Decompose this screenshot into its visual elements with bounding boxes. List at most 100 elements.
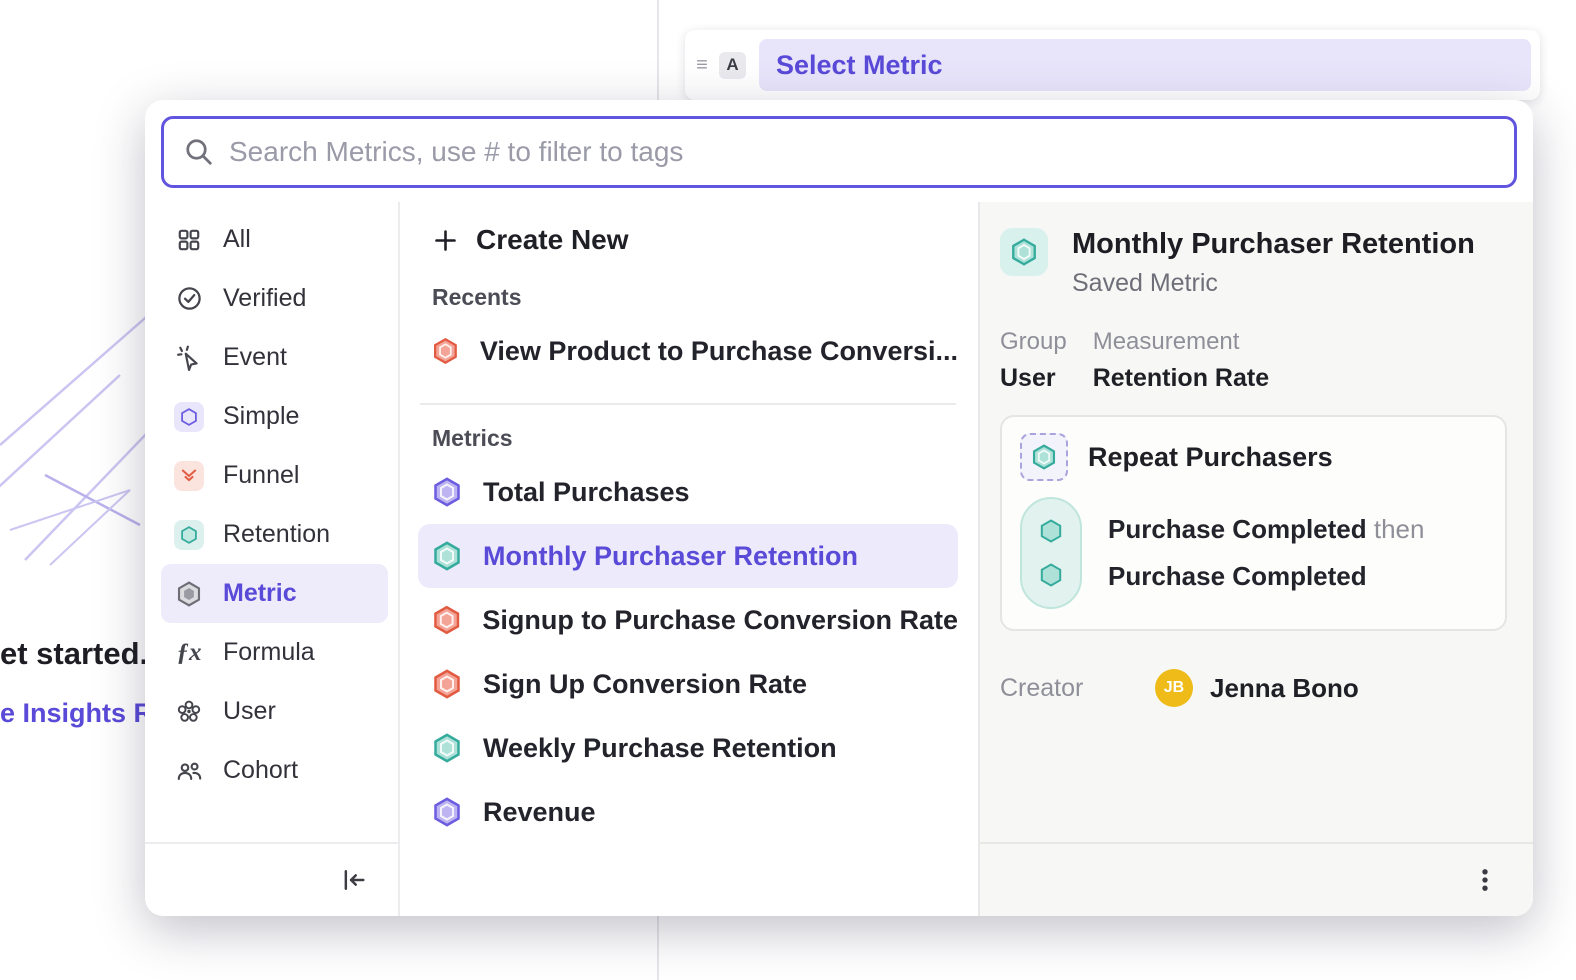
sidebar-footer [145, 842, 398, 916]
metric-list-column: Create New Recents View Product to Purch… [400, 202, 978, 916]
step-2: Purchase Completed [1108, 561, 1424, 592]
group-field: Group User [1000, 328, 1067, 393]
select-metric-bar: ≡ A Select Metric [685, 30, 1540, 100]
creator-avatar: JB [1155, 669, 1193, 707]
detail-subtitle: Saved Metric [1072, 269, 1475, 298]
steps-pill [1020, 497, 1082, 609]
metric-list-item[interactable]: Sign Up Conversion Rate [418, 652, 958, 716]
metric-item-label: Sign Up Conversion Rate [483, 669, 807, 700]
drag-handle-icon[interactable]: ≡ [691, 54, 713, 77]
metric-item-label: Total Purchases [483, 477, 690, 508]
list-divider [420, 403, 956, 405]
step-then-text: then [1367, 514, 1425, 544]
more-options-button[interactable] [1471, 866, 1499, 894]
recent-item[interactable]: View Product to Purchase Conversi... [418, 319, 958, 383]
grid-icon [174, 225, 204, 255]
metric-detail-pane: Monthly Purchaser Retention Saved Metric… [978, 202, 1533, 916]
metric-list-item-selected[interactable]: Monthly Purchaser Retention [418, 524, 958, 588]
measurement-value: Retention Rate [1093, 364, 1269, 393]
metric-item-label: Revenue [483, 797, 596, 828]
hexagon-orange-icon [432, 669, 462, 699]
creator-row: Creator JB Jenna Bono [1000, 669, 1507, 707]
verified-icon [174, 284, 204, 314]
select-metric-label: Select Metric [776, 50, 943, 81]
select-metric-button[interactable]: Select Metric [759, 39, 1531, 91]
sidebar-item-label: Retention [223, 520, 330, 549]
sidebar-item-cohort[interactable]: Cohort [161, 741, 388, 800]
sidebar-item-metric[interactable]: Metric [161, 564, 388, 623]
measurement-field: Measurement Retention Rate [1093, 328, 1269, 393]
creator-label: Creator [1000, 674, 1155, 703]
hexagon-purple-icon [432, 797, 462, 827]
sidebar-item-all[interactable]: All [161, 210, 388, 269]
hexagon-teal-icon [1000, 228, 1048, 276]
hexagon-teal-icon [174, 520, 204, 550]
metric-list-item[interactable]: Weekly Purchase Retention [418, 716, 958, 780]
metric-picker-modal: All Verified [145, 100, 1533, 916]
search-icon [184, 137, 214, 167]
hexagon-teal-icon [1039, 563, 1063, 587]
recents-header: Recents [432, 284, 958, 311]
retention-step-icon [1020, 433, 1068, 481]
event-cursor-icon [174, 343, 204, 373]
metric-item-label: Signup to Purchase Conversion Rate [482, 605, 958, 636]
detail-fields: Group User Measurement Retention Rate [1000, 328, 1507, 393]
hexagon-teal-icon [432, 541, 462, 571]
filter-sidebar: All Verified [145, 202, 400, 916]
hexagon-teal-icon [432, 733, 462, 763]
hexagon-orange-icon [432, 605, 461, 635]
detail-footer [980, 842, 1533, 916]
funnel-icon [174, 461, 204, 491]
metric-item-label: Monthly Purchaser Retention [483, 541, 858, 572]
create-new-button[interactable]: Create New [418, 210, 958, 264]
detail-title: Monthly Purchaser Retention [1072, 228, 1475, 261]
sidebar-item-verified[interactable]: Verified [161, 269, 388, 328]
sidebar-item-label: Formula [223, 638, 315, 667]
sidebar-item-label: Cohort [223, 756, 298, 785]
cohort-people-icon [174, 756, 204, 786]
sidebar-item-label: Simple [223, 402, 299, 431]
user-flower-icon [174, 697, 204, 727]
background-link-fragment[interactable]: e Insights Re [0, 698, 168, 729]
detail-header: Monthly Purchaser Retention Saved Metric [1000, 228, 1507, 298]
create-new-label: Create New [476, 224, 629, 256]
collapse-left-icon [340, 866, 368, 894]
metric-letter-badge: A [719, 52, 746, 79]
recent-item-label: View Product to Purchase Conversi... [480, 336, 958, 367]
collapse-sidebar-button[interactable] [340, 866, 368, 894]
search-input[interactable] [229, 136, 1494, 168]
search-bar [161, 116, 1517, 188]
metric-list-item[interactable]: Revenue [418, 780, 958, 844]
creator-name: Jenna Bono [1210, 673, 1359, 704]
sidebar-item-label: User [223, 697, 276, 726]
sidebar-item-event[interactable]: Event [161, 328, 388, 387]
sidebar-item-label: Metric [223, 579, 297, 608]
sidebar-item-label: All [223, 225, 251, 254]
formula-fx-icon: ƒx [174, 638, 204, 668]
sidebar-item-funnel[interactable]: Funnel [161, 446, 388, 505]
hexagon-gray-icon [174, 579, 204, 609]
sidebar-item-label: Verified [223, 284, 306, 313]
group-value: User [1000, 364, 1067, 393]
metric-list-item[interactable]: Signup to Purchase Conversion Rate [418, 588, 958, 652]
metrics-header: Metrics [432, 425, 958, 452]
card-title: Repeat Purchasers [1088, 442, 1333, 473]
step-1: Purchase Completed then [1108, 514, 1424, 545]
hexagon-purple-icon [432, 477, 462, 507]
hexagon-teal-icon [1039, 519, 1063, 543]
sidebar-item-retention[interactable]: Retention [161, 505, 388, 564]
metric-definition-card: Repeat Purchasers Purchase Comp [1000, 415, 1507, 631]
sidebar-item-label: Event [223, 343, 287, 372]
sidebar-item-user[interactable]: User [161, 682, 388, 741]
plus-icon [432, 227, 459, 254]
kebab-menu-icon [1471, 866, 1499, 894]
sidebar-item-formula[interactable]: ƒx Formula [161, 623, 388, 682]
hexagon-purple-icon [174, 402, 204, 432]
metric-list-item[interactable]: Total Purchases [418, 460, 958, 524]
sidebar-item-label: Funnel [223, 461, 299, 490]
measurement-label: Measurement [1093, 328, 1269, 356]
sidebar-item-simple[interactable]: Simple [161, 387, 388, 446]
modal-content: All Verified [145, 202, 1533, 916]
hexagon-orange-icon [432, 336, 459, 366]
background-heading-fragment: et started. [0, 636, 148, 672]
